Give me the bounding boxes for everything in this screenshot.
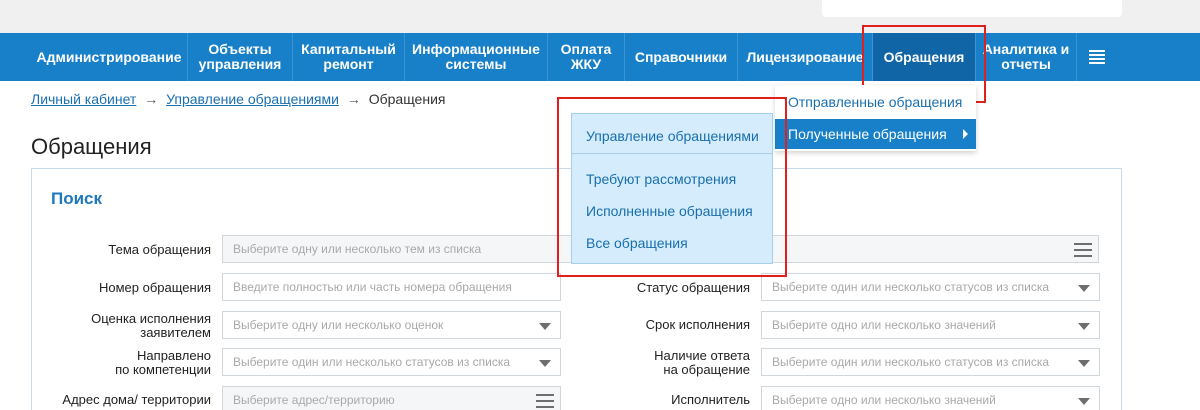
nav-item-information-systems[interactable]: Информационные системы xyxy=(405,33,548,81)
label-answer: Наличие ответа на обращение xyxy=(654,348,750,377)
deadline-select[interactable]: Выберите одно или несколько значений xyxy=(761,311,1100,339)
label-deadline: Срок исполнения xyxy=(645,317,750,332)
address-field[interactable]: Выберите адрес/территорию xyxy=(222,386,561,410)
main-nav: Администрирование Объекты управления Кап… xyxy=(0,33,1200,81)
page-title: Обращения xyxy=(31,134,152,159)
label-executor: Исполнитель xyxy=(671,392,750,407)
submenu-item-manage[interactable]: Управление обращениями xyxy=(572,128,772,144)
nav-item-capital-repair[interactable]: Капитальный ремонт xyxy=(293,33,405,81)
nav-item-licensing[interactable]: Лицензирование xyxy=(738,33,873,81)
submenu-item-require-review[interactable]: Требуют рассмотрения xyxy=(572,171,772,187)
list-icon[interactable] xyxy=(1074,243,1092,257)
appeals-dropdown: Отправленные обращения Полученные обраще… xyxy=(775,85,976,151)
dropdown-item-received-label: Полученные обращения xyxy=(788,126,947,142)
chevron-down-icon xyxy=(1078,323,1090,330)
directed-placeholder: Выберите один или несколько статусов из … xyxy=(233,355,511,369)
status-select[interactable]: Выберите один или несколько статусов из … xyxy=(761,273,1100,301)
breadcrumb-current: Обращения xyxy=(368,91,446,107)
chevron-right-icon xyxy=(963,129,968,139)
label-status: Статус обращения xyxy=(636,280,750,295)
top-bar xyxy=(0,0,1200,33)
submenu-item-executed[interactable]: Исполненные обращения xyxy=(572,203,772,219)
label-topic: Тема обращения xyxy=(108,242,211,257)
deadline-placeholder: Выберите одно или несколько значений xyxy=(772,318,996,332)
label-number: Номер обращения xyxy=(98,280,211,295)
topic-placeholder: Выберите одну или несколько тем из списк… xyxy=(233,242,482,256)
breadcrumb: Личный кабинет → Управление обращениями … xyxy=(31,91,445,107)
nav-item-payment[interactable]: Оплата ЖКУ xyxy=(548,33,625,81)
chevron-down-icon xyxy=(539,360,551,367)
address-placeholder: Выберите адрес/территорию xyxy=(233,393,395,407)
submenu-item-all[interactable]: Все обращения xyxy=(572,235,772,251)
search-title: Поиск xyxy=(51,189,103,208)
number-placeholder: Введите полностью или часть номера обращ… xyxy=(233,280,512,294)
nav-item-management-objects[interactable]: Объекты управления xyxy=(188,33,293,81)
top-bar-panel xyxy=(822,0,1122,17)
breadcrumb-link-cabinet[interactable]: Личный кабинет xyxy=(31,91,136,107)
nav-item-analytics[interactable]: Аналитика и отчеты xyxy=(976,33,1077,81)
submenu-divider xyxy=(572,153,772,154)
list-icon[interactable] xyxy=(536,394,554,408)
chevron-down-icon xyxy=(539,323,551,330)
dropdown-item-sent[interactable]: Отправленные обращения xyxy=(775,87,976,117)
breadcrumb-link-appeals-management[interactable]: Управление обращениями xyxy=(166,91,339,107)
rating-placeholder: Выберите одну или несколько оценок xyxy=(233,318,444,332)
label-directed: Направлено по компетенции xyxy=(115,348,211,377)
breadcrumb-separator: → xyxy=(346,91,361,107)
label-rating: Оценка исполнения заявителем xyxy=(91,311,211,340)
executor-placeholder: Выберите одно или несколько значений xyxy=(772,393,996,407)
dropdown-item-received[interactable]: Полученные обращения xyxy=(775,119,976,149)
nav-item-administration[interactable]: Администрирование xyxy=(31,33,188,81)
executor-select[interactable]: Выберите одно или несколько значений xyxy=(761,386,1100,410)
answer-placeholder: Выберите один или несколько статусов из … xyxy=(772,355,1050,369)
chevron-down-icon xyxy=(1078,398,1090,405)
directed-select[interactable]: Выберите один или несколько статусов из … xyxy=(222,348,561,376)
number-field[interactable]: Введите полностью или часть номера обращ… xyxy=(222,273,561,301)
rating-select[interactable]: Выберите одну или несколько оценок xyxy=(222,311,561,339)
status-placeholder: Выберите один или несколько статусов из … xyxy=(772,280,1050,294)
label-address: Адрес дома/ территории xyxy=(62,392,211,407)
received-appeals-submenu: Управление обращениями Требуют рассмотре… xyxy=(571,113,773,264)
breadcrumb-separator: → xyxy=(144,91,159,107)
answer-select[interactable]: Выберите один или несколько статусов из … xyxy=(761,348,1100,376)
chevron-down-icon xyxy=(1078,285,1090,292)
nav-item-appeals[interactable]: Обращения xyxy=(873,33,976,81)
chevron-down-icon xyxy=(1078,360,1090,367)
nav-item-reference-books[interactable]: Справочники xyxy=(625,33,738,81)
hamburger-menu-icon[interactable] xyxy=(1077,33,1117,81)
